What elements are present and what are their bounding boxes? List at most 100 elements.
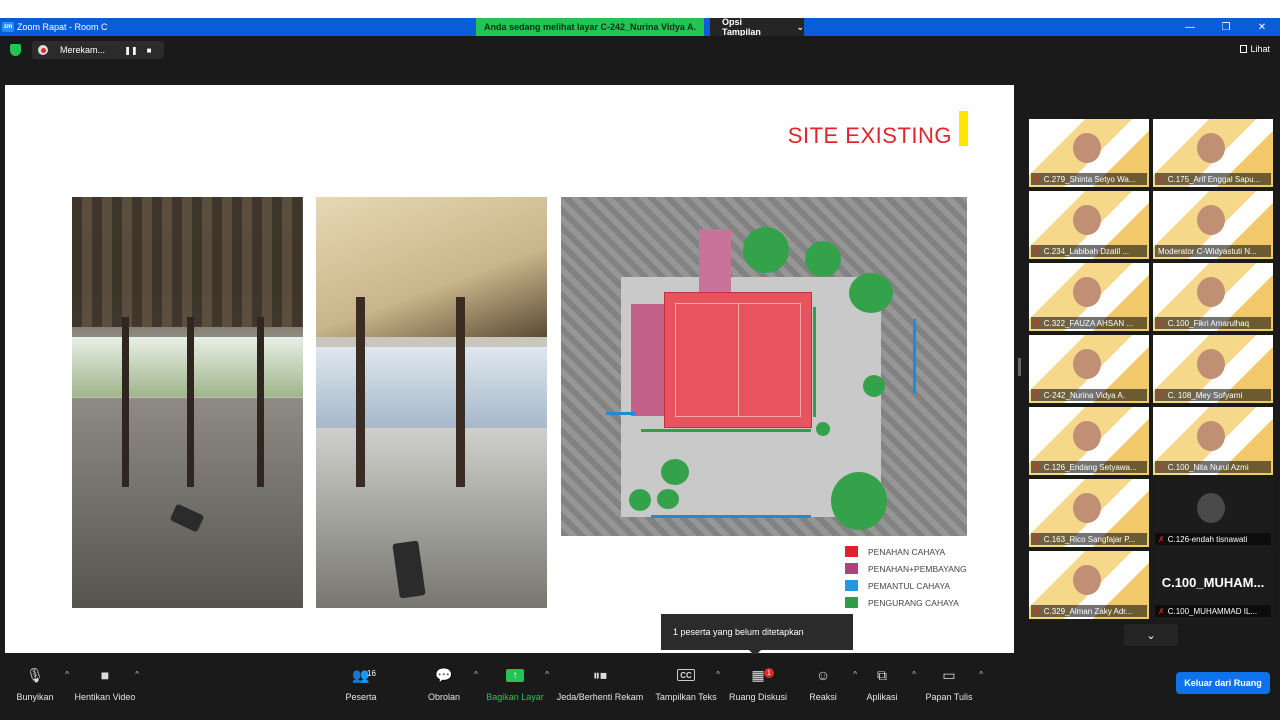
photo-pillar [456,297,465,487]
participant-name: C.163_Rico Sangfajar P... [1043,534,1136,544]
stop-recording-icon[interactable]: ■ [142,46,156,55]
participant-video [1073,133,1101,163]
participant-tile[interactable]: ✗ C.322_FAUZA AHSAN ... [1029,263,1149,331]
participant-name: C.175_Arif Enggal Sapu... [1167,174,1261,184]
participant-name: C.126-endah tisnawati [1167,534,1248,544]
participant-tile[interactable]: ✗ C.126_Endang Setyawa... [1029,407,1149,475]
recording-label: Merekam... [60,45,106,55]
map-roof-pink-north [699,229,731,292]
participant-tile[interactable]: ✗ C.100_Fikri Amarulhaq [1153,263,1273,331]
participant-tile[interactable]: C.100_MUHAM... ✗ C.100_MUHAMMAD IL... [1153,551,1273,619]
legend-item: PENGURANG CAHAYA [845,594,967,611]
muted-microphone-icon: ✗ [1158,606,1165,616]
legend-swatch-red [845,546,858,557]
zoom-logo-icon: zm [2,22,14,32]
participant-tile[interactable]: Moderator C-Widyastuti N... [1153,191,1273,259]
participant-tile[interactable]: ✗ C.329_Alman Zaky Adr... [1029,551,1149,619]
grid-view-icon [1240,45,1248,53]
participant-video [1197,133,1225,163]
recording-dot-icon [38,45,48,55]
window-controls: — ❐ ✕ [1172,18,1280,36]
slide-accent-bar [959,111,968,146]
participants-button[interactable]: 👥 16 Peserta [321,664,401,703]
muted-microphone-icon: ✗ [1034,534,1041,544]
legend-swatch-blue [845,580,858,591]
stop-video-label: Hentikan Video [74,692,136,702]
participant-tile[interactable]: ✗ C.126-endah tisnawati [1153,479,1273,547]
participant-name-bar: ✗ C.279_Shinta Setyo Wa... [1031,173,1147,185]
stop-video-button[interactable]: ■ Hentikan Video ^ [65,664,145,702]
chat-bubble-icon: 💬 [435,666,453,683]
participant-name-bar: ✗ C.100_Fikri Amarulhaq [1155,317,1271,329]
unmute-label: Bunyikan [16,692,54,702]
participant-tile[interactable]: ✗ C-242_Nurina Vidya A. [1029,335,1149,403]
map-reflector-line [651,515,811,518]
participant-initial-name: C.100_MUHAM... [1161,575,1265,590]
view-button[interactable]: Lihat [1240,44,1270,54]
share-screen-button[interactable]: ↑ Bagikan Layar ^ [475,664,555,702]
participant-name-bar: ✗ C. 108_Mey Sofyarni [1155,389,1271,401]
chevron-up-icon[interactable]: ^ [135,670,139,679]
participant-name: C.100_Nita Nurul Azmi [1167,462,1249,472]
participant-tile[interactable]: ✗ C.163_Rico Sangfajar P... [1029,479,1149,547]
participant-video [1197,277,1225,307]
site-aerial-map [561,197,967,536]
pendopo-photo-left [72,197,303,608]
breakout-badge: 1 [764,668,774,678]
minimize-icon[interactable]: — [1172,18,1208,36]
close-icon[interactable]: ✕ [1244,18,1280,36]
apps-icon: ⧉ [877,666,887,683]
share-screen-label: Bagikan Layar [486,692,544,702]
view-options-label: Opsi Tampilan [722,17,761,37]
window-title: Zoom Rapat - Room C [17,22,108,32]
shared-slide: SITE EXISTING PENAHAN CAHAYA PENAHAN+PEM… [5,85,1014,653]
participant-tile[interactable]: ✗ C.175_Arif Enggal Sapu... [1153,119,1273,187]
security-shield-icon[interactable] [10,44,21,56]
photo-ceiling [72,197,303,327]
muted-microphone-icon: 🎙 [26,666,44,683]
view-options-button[interactable]: Opsi Tampilan ⌄ [710,17,804,37]
map-tree [629,489,651,511]
gallery-scroll-down-button[interactable]: ⌄ [1124,624,1178,646]
participant-tile[interactable]: ✗ C.234_Labibah Dzatil ... [1029,191,1149,259]
participant-tile[interactable]: ✗ C. 108_Mey Sofyarni [1153,335,1273,403]
chat-button[interactable]: 💬 Obrolan ^ [404,664,484,703]
pause-stop-recording-button[interactable]: ⏸⏹ Jeda/Berhenti Rekam [557,664,644,703]
muted-microphone-icon: ✗ [1158,534,1165,544]
participant-name: Moderator C-Widyastuti N... [1158,246,1257,256]
photo-ceiling [316,197,547,337]
participant-name-bar: ✗ C.163_Rico Sangfajar P... [1031,533,1147,545]
top-margin [0,0,1280,18]
participants-count: 16 [367,669,376,678]
unassigned-participant-tooltip: 1 peserta yang belum ditetapkan [661,614,853,656]
muted-microphone-icon: ✗ [1034,606,1041,616]
unmute-button[interactable]: 🎙 Bunyikan ^ [0,664,75,703]
panel-resize-handle[interactable] [1018,358,1021,376]
muted-microphone-icon: ✗ [1034,246,1041,256]
participant-name: C.100_MUHAMMAD IL... [1167,606,1258,616]
photo-pillar [122,317,129,487]
whiteboard-button[interactable]: ▭ Papan Tulis ^ [909,664,989,703]
muted-microphone-icon: ✗ [1158,390,1165,400]
whiteboard-label: Papan Tulis [925,692,973,702]
chevron-up-icon[interactable]: ^ [545,670,549,679]
recording-indicator: Merekam... ❚❚ ■ [32,41,164,59]
captions-button[interactable]: CC Tampilkan Teks ^ [646,664,726,702]
smiley-icon: ☺ [815,667,831,683]
muted-microphone-icon: ✗ [1158,462,1165,472]
view-button-label: Lihat [1250,44,1270,54]
participant-tile[interactable]: ✗ C.279_Shinta Setyo Wa... [1029,119,1149,187]
pause-recording-icon[interactable]: ❚❚ [124,46,138,55]
video-camera-icon: ■ [100,667,110,683]
participant-video [1073,277,1101,307]
apps-label: Aplikasi [866,692,898,702]
muted-microphone-icon: ✗ [1034,174,1041,184]
photo-pillar [356,297,365,487]
restore-icon[interactable]: ❐ [1208,18,1244,36]
leave-room-button[interactable]: Keluar dari Ruang [1176,672,1270,694]
map-green-line [813,307,816,417]
chevron-down-icon: ⌄ [796,21,804,32]
chevron-up-icon[interactable]: ^ [979,670,983,679]
muted-microphone-icon: ✗ [1158,174,1165,184]
participant-tile[interactable]: ✗ C.100_Nita Nurul Azmi [1153,407,1273,475]
